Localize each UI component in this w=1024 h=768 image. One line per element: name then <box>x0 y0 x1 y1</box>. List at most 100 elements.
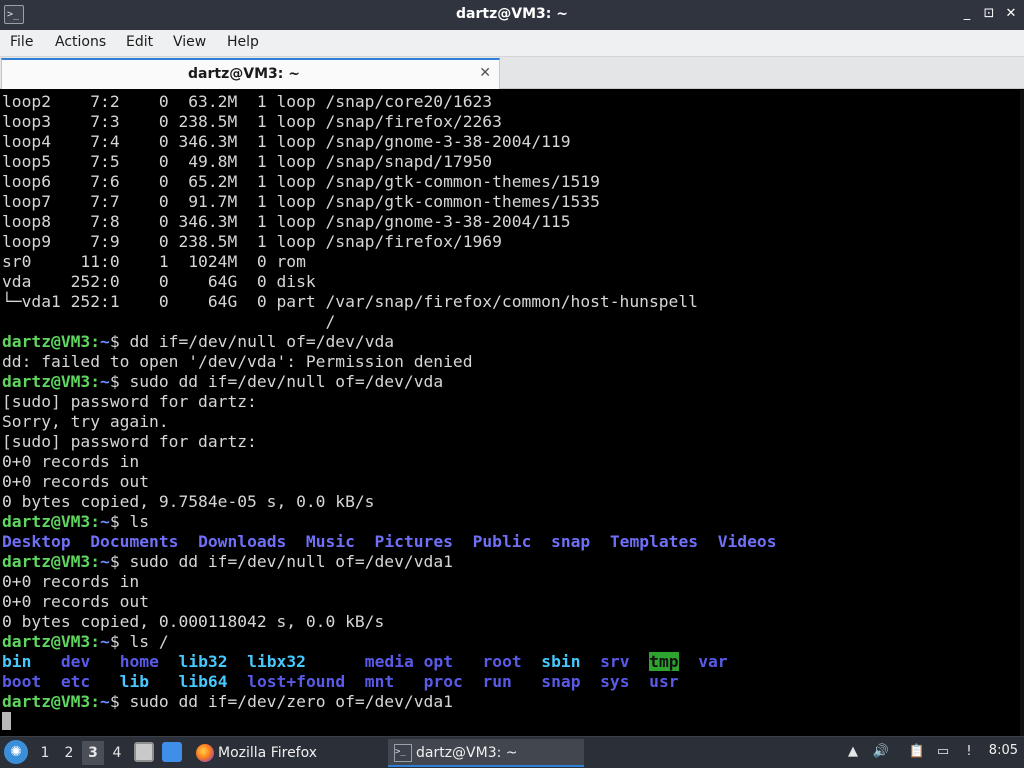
task-terminal[interactable]: >_ dartz@VM3: ~ <box>388 739 584 767</box>
output-text: 0+0 records out <box>2 592 150 611</box>
directory-entry: Documents <box>90 532 179 551</box>
lsblk-row: loop5 7:5 0 49.8M 1 loop /snap/snapd/179… <box>2 152 777 172</box>
task-firefox[interactable]: Mozilla Firefox <box>190 739 386 767</box>
lsblk-row: loop8 7:8 0 346.3M 1 loop /snap/gnome-3-… <box>2 212 777 232</box>
lsblk-text: loop5 7:5 0 49.8M 1 loop /snap/snapd/179… <box>2 152 493 171</box>
output-line: 0 bytes copied, 9.7584e-05 s, 0.0 kB/s <box>2 492 777 512</box>
clock[interactable]: 8:05 <box>989 743 1018 758</box>
workspace-3[interactable]: 3 <box>82 741 104 765</box>
window-titlebar[interactable]: >_ dartz@VM3: ~ _ ⊡ ✕ <box>0 0 1024 30</box>
prompt-user: dartz@VM3: <box>2 632 101 651</box>
close-button[interactable]: ✕ <box>1002 5 1020 23</box>
directory-entry: lost+found <box>247 672 346 691</box>
directory-entry: lib32 <box>178 652 228 671</box>
ls-home-row: Desktop Documents Downloads Music Pictur… <box>2 532 777 552</box>
directory-entry: Downloads <box>198 532 287 551</box>
menu-edit[interactable]: Edit <box>126 34 153 50</box>
lsblk-text: └─vda1 252:1 0 64G 0 part /var/snap/fire… <box>2 292 698 311</box>
workspace-4[interactable]: 4 <box>106 741 128 765</box>
directory-entry: tmp <box>649 652 679 671</box>
task-firefox-label: Mozilla Firefox <box>218 745 318 761</box>
file-manager-icon[interactable] <box>134 742 154 762</box>
prompt-path: ~ <box>100 552 110 571</box>
prompt-user: dartz@VM3: <box>2 552 101 571</box>
workspace-1[interactable]: 1 <box>34 741 56 765</box>
lsblk-text: loop3 7:3 0 238.5M 1 loop /snap/firefox/… <box>2 112 502 131</box>
maximize-button[interactable]: ⊡ <box>980 5 998 23</box>
minimize-button[interactable]: _ <box>958 5 976 23</box>
menu-view[interactable]: View <box>173 34 206 50</box>
prompt-path: ~ <box>100 692 110 711</box>
directory-entry: lib <box>119 672 150 691</box>
terminal-output: loop2 7:2 0 63.2M 1 loop /snap/core20/16… <box>2 92 777 732</box>
notification-icon[interactable]: ! <box>960 743 978 761</box>
lsblk-text: loop9 7:9 0 238.5M 1 loop /snap/firefox/… <box>2 232 502 251</box>
output-line: 0+0 records in <box>2 452 777 472</box>
terminal-scrollbar[interactable] <box>1020 90 1024 736</box>
directory-entry: bin <box>2 652 32 671</box>
show-desktop-icon[interactable] <box>162 742 182 762</box>
start-menu-icon[interactable]: ✺ <box>4 740 28 764</box>
network-icon[interactable]: ▭ <box>934 743 952 761</box>
terminal-tab-label: dartz@VM3: ~ <box>188 66 300 82</box>
prompt-user: dartz@VM3: <box>2 332 101 351</box>
terminal-view[interactable]: loop2 7:2 0 63.2M 1 loop /snap/core20/16… <box>0 90 1024 736</box>
output-text: dd: failed to open '/dev/vda': Permissio… <box>2 352 473 371</box>
ls-root-row-1: bin dev home lib32 libx32 media opt root… <box>2 652 777 672</box>
lsblk-text: loop4 7:4 0 346.3M 1 loop /snap/gnome-3-… <box>2 132 571 151</box>
output-text: [sudo] password for dartz: <box>2 432 257 451</box>
command-text: $ dd if=/dev/null of=/dev/vda <box>109 332 395 351</box>
menu-help[interactable]: Help <box>227 34 259 50</box>
tab-close-icon[interactable]: ✕ <box>479 65 491 81</box>
command-text: $ sudo dd if=/dev/zero of=/dev/vda1 <box>109 692 453 711</box>
directory-entry: mnt <box>364 672 395 691</box>
text-cursor <box>2 712 11 730</box>
prompt-line: dartz@VM3:~$ dd if=/dev/null of=/dev/vda <box>2 332 777 352</box>
volume-icon[interactable]: 🔊 <box>872 743 890 761</box>
prompt-line: dartz@VM3:~$ ls / <box>2 632 777 652</box>
updates-icon[interactable]: ▲ <box>844 743 862 761</box>
window-title: dartz@VM3: ~ <box>456 6 568 22</box>
directory-entry: libx32 <box>247 652 306 671</box>
directory-entry: sbin <box>541 652 581 671</box>
prompt-user: dartz@VM3: <box>2 512 101 531</box>
prompt-line: dartz@VM3:~$ sudo dd if=/dev/zero of=/de… <box>2 692 777 712</box>
task-terminal-label: dartz@VM3: ~ <box>416 745 518 761</box>
lsblk-row: sr0 11:0 1 1024M 0 rom <box>2 252 777 272</box>
lsblk-row: / <box>2 312 777 332</box>
clipboard-icon[interactable]: 📋 <box>908 743 926 761</box>
menu-actions[interactable]: Actions <box>55 34 106 50</box>
menu-bar: File Actions Edit View Help <box>0 30 1024 57</box>
workspace-2[interactable]: 2 <box>58 741 80 765</box>
directory-entry: sys <box>600 672 630 691</box>
command-text: $ ls <box>109 512 150 531</box>
directory-entry: Templates <box>609 532 699 551</box>
terminal-icon: >_ <box>394 744 412 762</box>
command-text: $ sudo dd if=/dev/null of=/dev/vda <box>109 372 444 391</box>
prompt-user: dartz@VM3: <box>2 372 101 391</box>
output-line: Sorry, try again. <box>2 412 777 432</box>
terminal-tab[interactable]: dartz@VM3: ~ ✕ <box>1 58 500 89</box>
command-text: $ ls / <box>109 632 169 651</box>
menu-file[interactable]: File <box>10 34 33 50</box>
directory-entry: run <box>482 672 512 691</box>
ls-root-row-2: boot etc lib lib64 lost+found mnt proc r… <box>2 672 777 692</box>
